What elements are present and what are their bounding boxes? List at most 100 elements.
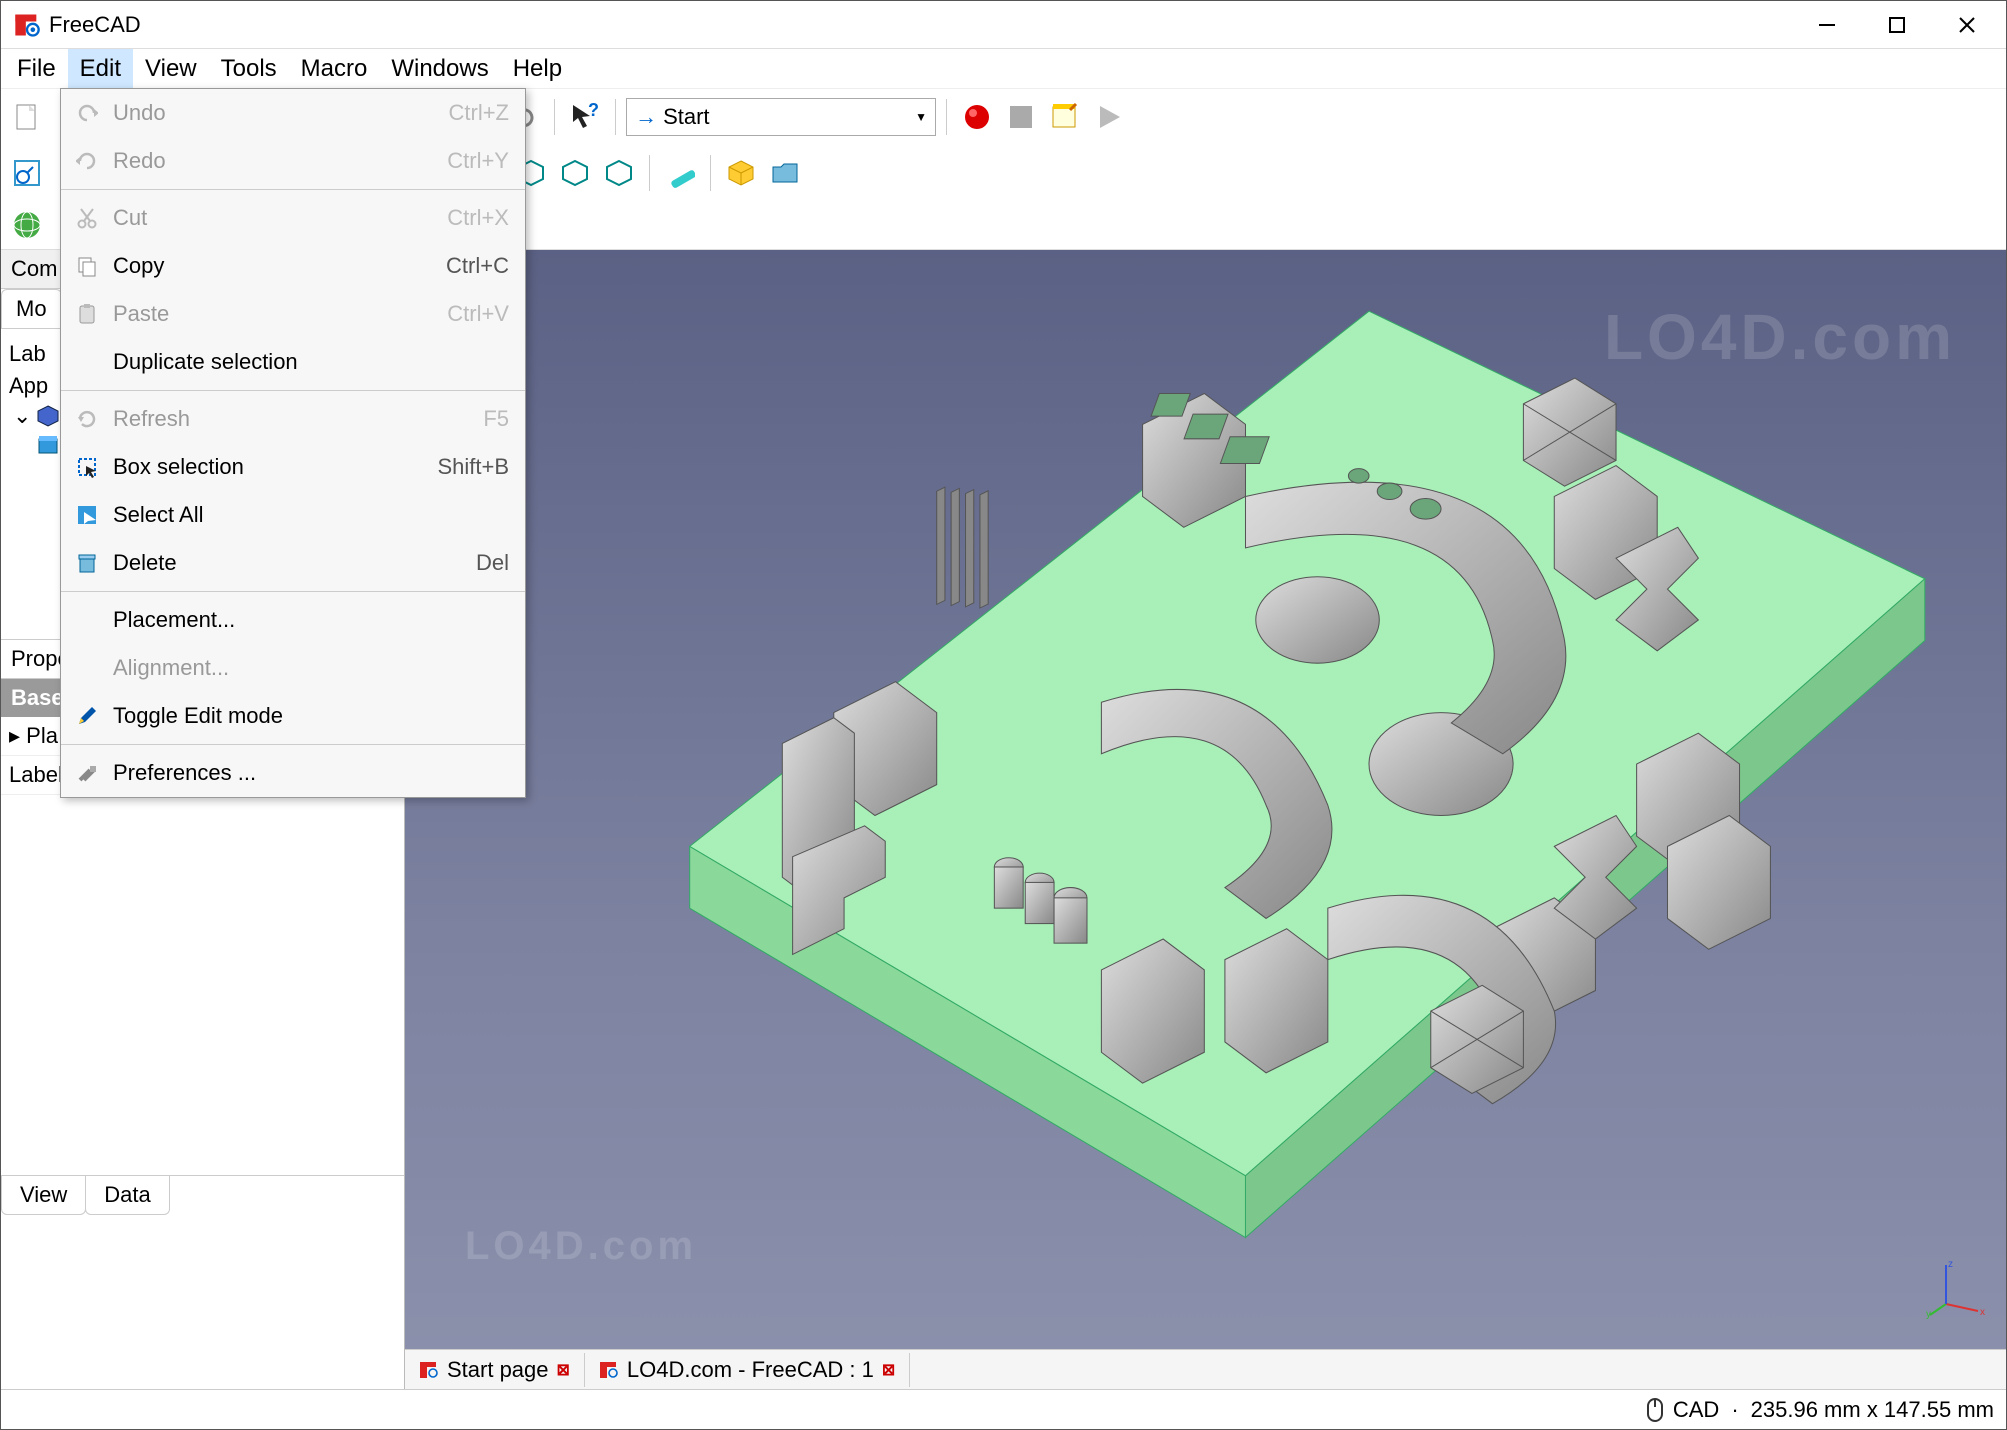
maximize-button[interactable]	[1862, 1, 1932, 49]
folder-button[interactable]	[765, 153, 805, 193]
edit-menu-toggle-edit-mode[interactable]: Toggle Edit mode	[61, 692, 525, 740]
cut-icon	[69, 207, 105, 229]
axis-gizmo: x y z	[1926, 1259, 1986, 1319]
edit-menu-duplicate-selection[interactable]: Duplicate selection	[61, 338, 525, 386]
web-button[interactable]	[7, 205, 47, 245]
expand-icon[interactable]: ▸	[9, 723, 26, 748]
paste-icon	[69, 303, 105, 325]
nav-mode-label[interactable]: CAD	[1673, 1397, 1719, 1423]
part-icon	[37, 433, 59, 455]
app-window: FreeCAD FileEditViewToolsMacroWindowsHel…	[0, 0, 2007, 1430]
menu-item-label: Redo	[105, 148, 447, 174]
edit-menu-delete[interactable]: DeleteDel	[61, 539, 525, 587]
whatsthis-button[interactable]: ?	[565, 97, 605, 137]
macro-play-button[interactable]	[1089, 97, 1129, 137]
close-icon[interactable]: ⊠	[882, 1360, 895, 1380]
macro-edit-button[interactable]	[1045, 97, 1085, 137]
menu-item-shortcut: Ctrl+Y	[447, 148, 509, 174]
document-tab[interactable]: Start page ⊠	[405, 1353, 585, 1387]
refresh-icon	[69, 408, 105, 430]
menu-help[interactable]: Help	[501, 49, 574, 89]
macro-stop-button[interactable]	[1001, 97, 1041, 137]
edit-menu-redo: RedoCtrl+Y	[61, 137, 525, 185]
svg-text:?: ?	[588, 102, 599, 120]
freecad-icon	[419, 1360, 439, 1380]
edit-menu-paste: PasteCtrl+V	[61, 290, 525, 338]
menu-item-label: Select All	[105, 502, 509, 528]
menu-item-label: Refresh	[105, 406, 483, 432]
close-icon[interactable]: ⊠	[557, 1360, 570, 1380]
document-tabs: Start page ⊠ LO4D.com - FreeCAD : 1 ⊠	[405, 1349, 2006, 1389]
chevron-down-icon: ▼	[915, 110, 927, 124]
measure-button[interactable]	[660, 153, 700, 193]
tree-tab-model[interactable]: Mo	[1, 289, 62, 328]
menu-windows[interactable]: Windows	[379, 49, 500, 89]
menu-item-label: Placement...	[105, 607, 509, 633]
svg-text:y: y	[1926, 1309, 1931, 1319]
edit-menu-preferences-[interactable]: Preferences ...	[61, 749, 525, 797]
workbench-label: Start	[663, 104, 709, 130]
menu-item-label: Undo	[105, 100, 449, 126]
menu-item-shortcut: Del	[476, 550, 509, 576]
menu-item-label: Toggle Edit mode	[105, 703, 509, 729]
menu-view[interactable]: View	[133, 49, 209, 89]
fit-all-button[interactable]	[7, 153, 47, 193]
property-tabs: ViewData	[1, 1175, 404, 1215]
document-icon	[37, 405, 59, 427]
edit-menu-cut: CutCtrl+X	[61, 194, 525, 242]
titlebar: FreeCAD	[1, 1, 2006, 49]
edit-menu-dropdown: UndoCtrl+ZRedoCtrl+YCutCtrl+XCopyCtrl+CP…	[60, 88, 526, 798]
3d-part-render	[525, 270, 1966, 1299]
menu-item-label: Cut	[105, 205, 447, 231]
cursor-coords: 235.96 mm x 147.55 mm	[1751, 1397, 1994, 1423]
document-tab-label: Start page	[447, 1357, 549, 1383]
part-button[interactable]	[721, 153, 761, 193]
menu-item-shortcut: Ctrl+X	[447, 205, 509, 231]
edit-menu-copy[interactable]: CopyCtrl+C	[61, 242, 525, 290]
prefs-icon	[69, 762, 105, 784]
3d-viewport[interactable]: LO4D.com LO4D.com	[405, 250, 2006, 1389]
menu-item-label: Box selection	[105, 454, 437, 480]
close-button[interactable]	[1932, 1, 2002, 49]
edit-menu-placement-[interactable]: Placement...	[61, 596, 525, 644]
workbench-selector[interactable]: → Start ▼	[626, 98, 936, 136]
property-tab-data[interactable]: Data	[85, 1176, 169, 1215]
new-button[interactable]	[7, 97, 47, 137]
tree-app-label: App	[9, 373, 48, 399]
menu-edit[interactable]: Edit	[68, 49, 133, 89]
copy-icon	[69, 255, 105, 277]
statusbar: CAD · 235.96 mm x 147.55 mm	[1, 1389, 2006, 1429]
menu-tools[interactable]: Tools	[209, 49, 289, 89]
start-arrow-icon: →	[635, 104, 657, 130]
delete-icon	[69, 552, 105, 574]
pencil-icon	[69, 705, 105, 727]
select-all-icon	[69, 504, 105, 526]
left-view-button[interactable]	[599, 153, 639, 193]
svg-text:z: z	[1948, 1259, 1953, 1270]
document-tab[interactable]: LO4D.com - FreeCAD : 1 ⊠	[585, 1353, 910, 1387]
minimize-button[interactable]	[1792, 1, 1862, 49]
menu-item-shortcut: Ctrl+C	[446, 253, 509, 279]
menu-item-label: Paste	[105, 301, 447, 327]
mouse-icon	[1645, 1397, 1665, 1423]
undo-icon	[69, 102, 105, 124]
menu-item-label: Alignment...	[105, 655, 509, 681]
edit-menu-alignment-: Alignment...	[61, 644, 525, 692]
box-select-icon	[69, 456, 105, 478]
bottom-view-button[interactable]	[555, 153, 595, 193]
menu-item-label: Duplicate selection	[105, 349, 509, 375]
menu-macro[interactable]: Macro	[289, 49, 380, 89]
document-tab-label: LO4D.com - FreeCAD : 1	[627, 1357, 874, 1383]
edit-menu-undo: UndoCtrl+Z	[61, 89, 525, 137]
macro-record-button[interactable]	[957, 97, 997, 137]
menu-file[interactable]: File	[5, 49, 68, 89]
edit-menu-select-all[interactable]: Select All	[61, 491, 525, 539]
menu-item-shortcut: Shift+B	[437, 454, 509, 480]
edit-menu-box-selection[interactable]: Box selectionShift+B	[61, 443, 525, 491]
svg-text:x: x	[1980, 1307, 1985, 1318]
chevron-down-icon: ⌄	[13, 403, 31, 429]
freecad-icon	[13, 11, 41, 39]
edit-menu-refresh: RefreshF5	[61, 395, 525, 443]
menu-item-shortcut: F5	[483, 406, 509, 432]
property-tab-view[interactable]: View	[1, 1176, 86, 1215]
